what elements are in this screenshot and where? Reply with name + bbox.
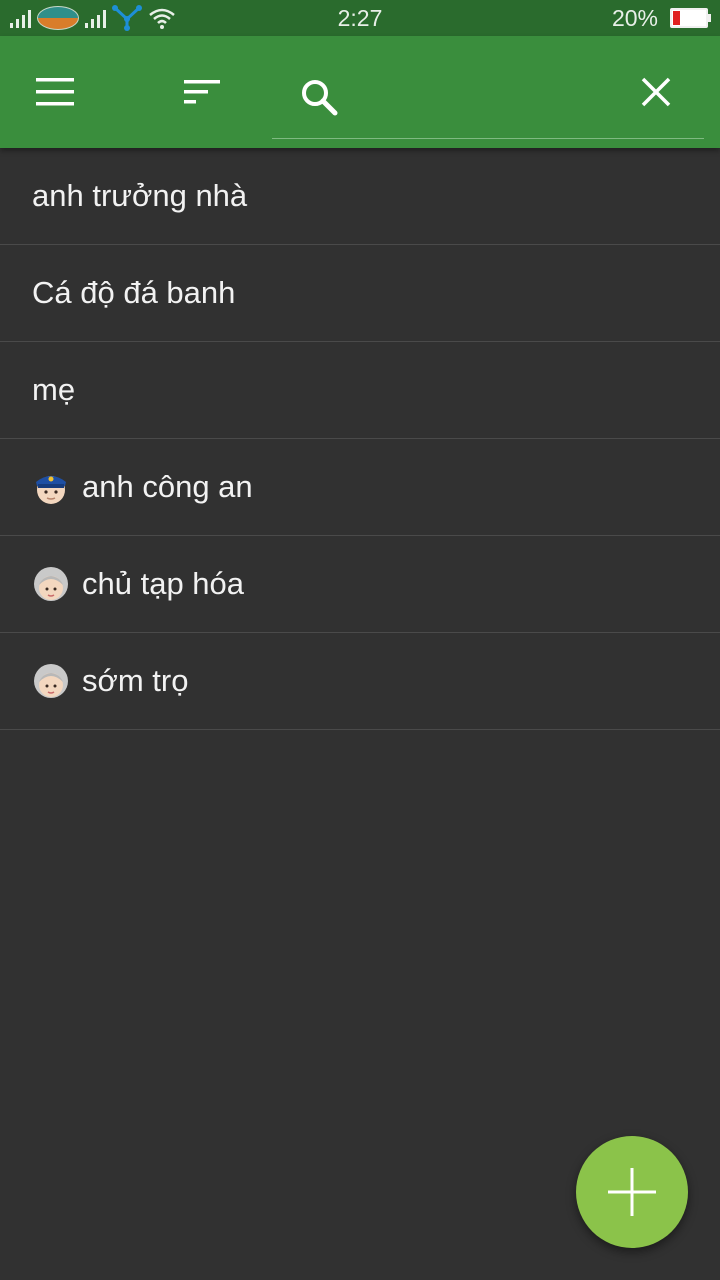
list-item[interactable]: mẹ: [0, 342, 720, 439]
search-underline: [272, 138, 704, 139]
status-icons-right: 20%: [611, 0, 711, 36]
sort-icon[interactable]: [174, 70, 226, 114]
list-item-label: Cá độ đá banh: [32, 275, 236, 310]
list-item[interactable]: sớm trọ: [0, 633, 720, 730]
battery-percent: 20%: [611, 4, 658, 31]
add-button[interactable]: [576, 1136, 688, 1248]
old-woman-emoji-icon: [34, 567, 68, 601]
search-input[interactable]: [350, 76, 614, 118]
list-item-label: chủ tạp hóa: [82, 566, 245, 601]
battery-level-fill: [673, 11, 680, 25]
old-woman-emoji-icon: [34, 664, 68, 698]
category-list: anh trưởng nhà Cá độ đá banh mẹ anh công…: [0, 148, 720, 730]
close-icon[interactable]: [632, 68, 680, 116]
list-item[interactable]: chủ tạp hóa: [0, 536, 720, 633]
battery-icon: [670, 8, 711, 28]
list-item-label: anh trưởng nhà: [32, 178, 248, 213]
plus-icon: [608, 1168, 656, 1216]
list-item-label: sớm trọ: [82, 663, 189, 698]
status-bar: 2:27 20%: [0, 0, 720, 36]
list-item-label: mẹ: [32, 372, 76, 407]
list-item[interactable]: anh trưởng nhà: [0, 148, 720, 245]
list-item[interactable]: Cá độ đá banh: [0, 245, 720, 342]
list-item[interactable]: anh công an: [0, 439, 720, 536]
hamburger-menu-icon[interactable]: [30, 70, 82, 114]
police-officer-emoji-icon: [36, 476, 66, 504]
app-toolbar: [0, 36, 720, 148]
search-icon: [296, 74, 342, 120]
list-item-label: anh công an: [82, 469, 253, 504]
